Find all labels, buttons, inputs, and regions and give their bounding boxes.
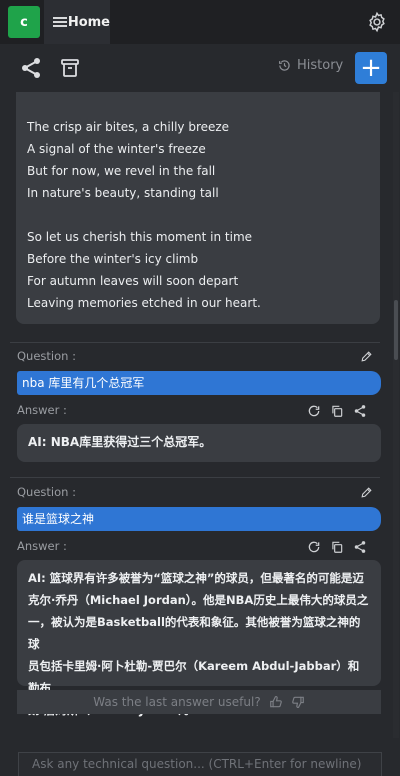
question-bubble: 谁是篮球之神 xyxy=(17,507,381,531)
thumbs-up-icon[interactable] xyxy=(269,695,283,709)
gear-icon[interactable] xyxy=(366,11,388,33)
regenerate-icon[interactable] xyxy=(307,404,321,418)
regenerate-icon[interactable] xyxy=(307,540,321,554)
poem-line: So let us cherish this moment in time xyxy=(27,230,253,244)
top-bar: c Home xyxy=(0,0,400,44)
question-label: Question : xyxy=(17,485,76,499)
answer-actions xyxy=(307,540,376,554)
question-label: Question : xyxy=(17,349,76,363)
poem-line: But for now, we revel in the fall xyxy=(27,164,216,178)
copy-icon[interactable] xyxy=(330,404,344,418)
poem-answer-card: The crisp air bites, a chilly breeze A s… xyxy=(16,92,380,324)
answer-label: Answer : xyxy=(17,539,67,553)
edit-icon[interactable] xyxy=(360,486,373,499)
answer-label: Answer : xyxy=(17,403,67,417)
question-input[interactable]: Ask any technical question... (CTRL+Ente… xyxy=(18,752,382,776)
history-icon xyxy=(279,60,290,71)
thumbs-down-icon[interactable] xyxy=(291,695,305,709)
tab-home-label: Home xyxy=(67,14,110,30)
poem-line: For autumn leaves will soon depart xyxy=(27,274,239,288)
copy-icon[interactable] xyxy=(330,540,344,554)
poem-line: The crisp air bites, a chilly breeze xyxy=(27,120,230,134)
toolbar: History + xyxy=(0,44,400,92)
share-icon[interactable] xyxy=(353,404,367,418)
answer-bubble: AI: NBA库里获得过三个总冠军。 xyxy=(17,424,381,462)
divider xyxy=(10,342,380,343)
app-logo[interactable]: c xyxy=(8,6,40,38)
feedback-prompt: Was the last answer useful? xyxy=(93,695,261,709)
answer-actions xyxy=(307,404,376,418)
menu-icon xyxy=(53,17,67,27)
conversation-area[interactable]: The crisp air bites, a chilly breeze A s… xyxy=(0,92,400,738)
poem-line: In nature's beauty, standing tall xyxy=(27,186,219,200)
share-icon[interactable] xyxy=(353,540,367,554)
new-chat-button[interactable]: + xyxy=(355,52,387,84)
answer-line: 克尔·乔丹（Michael Jordan）。他是NBA历史上最伟大的球员之 xyxy=(28,593,369,607)
poem-line: A signal of the winter's freeze xyxy=(27,142,206,156)
answer-line: AI: 篮球界有许多被誉为“篮球之神”的球员，但最著名的可能是迈 xyxy=(28,571,364,585)
answer-bubble: AI: 篮球界有许多被誉为“篮球之神”的球员，但最著名的可能是迈 克尔·乔丹（M… xyxy=(17,560,381,717)
question-bubble: nba 库里有几个总冠军 xyxy=(17,371,381,395)
feedback-bar: Was the last answer useful? xyxy=(17,690,381,714)
divider xyxy=(10,477,380,478)
answer-line: 一，被认为是Basketball的代表和象征。其他被誉为篮球之神的球 xyxy=(28,615,361,651)
scrollbar-thumb[interactable] xyxy=(394,300,398,360)
scrollbar[interactable] xyxy=(393,92,399,738)
poem-line: Before the winter's icy climb xyxy=(27,252,199,266)
tab-home[interactable]: Home xyxy=(44,0,110,44)
history-button[interactable]: History xyxy=(278,58,343,73)
history-label: History xyxy=(297,58,344,73)
trash-icon[interactable] xyxy=(58,56,82,80)
poem-line: Leaving memories etched in our heart. xyxy=(27,296,261,310)
input-area: Ask any technical question... (CTRL+Ente… xyxy=(0,738,400,776)
edit-icon[interactable] xyxy=(360,350,373,363)
share-icon[interactable] xyxy=(19,56,43,80)
